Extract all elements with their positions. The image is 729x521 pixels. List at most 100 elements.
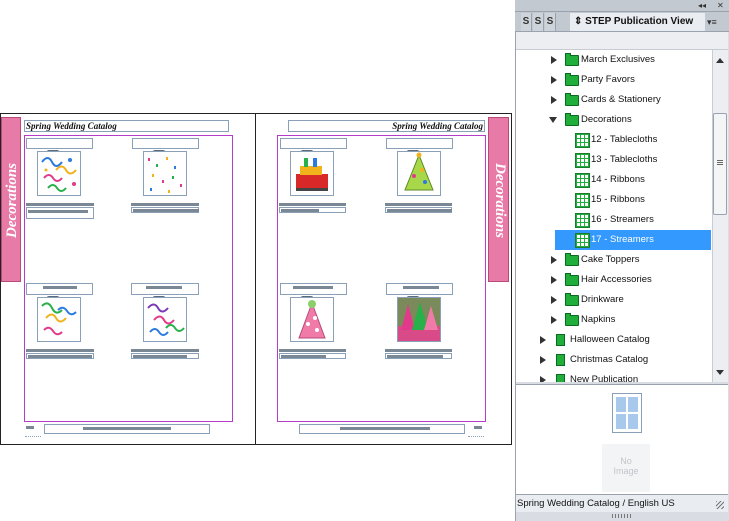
product-text-frame[interactable]	[131, 353, 199, 359]
tree-item-drinkware[interactable]: Drinkware	[516, 290, 712, 310]
expand-arrow-icon[interactable]	[540, 336, 546, 344]
collapse-arrow-icon[interactable]	[549, 117, 557, 123]
product-text-frame[interactable]	[385, 207, 452, 213]
product-image-frame[interactable]	[397, 151, 441, 196]
page-grid-icon	[575, 213, 590, 228]
catalog-icon	[556, 334, 565, 346]
product-text-frame[interactable]	[26, 207, 94, 219]
panel-bottom-grip-icon[interactable]	[612, 514, 632, 518]
tree-item-14-ribbons[interactable]: 14 - Ribbons	[516, 170, 712, 190]
tree-item-13-tablecloths[interactable]: 13 - Tablecloths	[516, 150, 712, 170]
tree-item-12-tablecloths[interactable]: 12 - Tablecloths	[516, 130, 712, 150]
product-image-frame[interactable]	[37, 297, 81, 342]
tree-item-party-favors[interactable]: Party Favors	[516, 70, 712, 90]
left-page-number-frame[interactable]	[25, 424, 41, 437]
status-bar: Spring Wedding Catalog / English US	[516, 494, 728, 512]
product-text-frame[interactable]	[385, 353, 452, 359]
streamers-image	[147, 303, 185, 336]
tree-item-decorations[interactable]: Decorations	[516, 110, 712, 130]
product-text-bar	[385, 349, 452, 352]
product-text-bar	[146, 286, 182, 289]
tree-item-label: Drinkware	[581, 294, 624, 305]
product-title-frame[interactable]	[26, 138, 93, 149]
tree-item-halloween-catalog[interactable]: Halloween Catalog	[516, 330, 712, 350]
page-grid-icon	[575, 193, 590, 208]
grip-icon	[717, 160, 723, 161]
tree-item-15-ribbons[interactable]: 15 - Ribbons	[516, 190, 712, 210]
product-image-frame[interactable]	[143, 151, 187, 196]
side-tab-3[interactable]: S	[545, 13, 556, 31]
product-text-bar	[131, 203, 199, 206]
product-title-frame[interactable]	[132, 138, 199, 149]
resize-grip-icon[interactable]	[716, 501, 724, 509]
left-page-header[interactable]: Spring Wedding Catalog	[24, 120, 229, 132]
expand-arrow-icon[interactable]	[551, 276, 557, 284]
product-text-bar	[385, 203, 452, 206]
page-number-bar	[26, 426, 34, 429]
scrollbar-thumb[interactable]	[713, 113, 727, 215]
confetti-image	[148, 157, 182, 193]
product-image-frame[interactable]	[290, 297, 334, 342]
tree-scrollbar[interactable]	[712, 50, 728, 382]
right-page-number-frame[interactable]	[468, 424, 484, 437]
tree-item-cake-toppers[interactable]: Cake Toppers	[516, 250, 712, 270]
tree-item-christmas-catalog[interactable]: Christmas Catalog	[516, 350, 712, 370]
tree-item-17-streamers-selected[interactable]: 17 - Streamers	[555, 230, 711, 250]
expand-arrow-icon[interactable]	[551, 296, 557, 304]
scroll-up-arrow-icon[interactable]	[716, 58, 724, 63]
publication-tree[interactable]: March Exclusives Party Favors Cards & St…	[516, 50, 712, 382]
tab-step-publication-view[interactable]: ⇕ STEP Publication View	[570, 13, 705, 31]
product-text-frame[interactable]	[279, 207, 346, 213]
expand-arrow-icon[interactable]	[551, 56, 557, 64]
side-tab-1[interactable]: S	[521, 13, 532, 31]
folder-icon	[565, 93, 579, 106]
product-text-frame[interactable]	[26, 353, 94, 359]
expand-arrow-icon[interactable]	[540, 376, 546, 382]
tree-item-cards-stationery[interactable]: Cards & Stationery	[516, 90, 712, 110]
left-section-tab[interactable]: Decorations	[1, 117, 21, 282]
product-text-bar	[281, 355, 326, 358]
tree-item-label: 16 - Streamers	[591, 214, 654, 225]
expand-arrow-icon[interactable]	[540, 356, 546, 364]
close-panel-icon[interactable]: ✕	[717, 0, 724, 11]
product-title-frame[interactable]	[280, 283, 347, 295]
tree-item-hair-accessories[interactable]: Hair Accessories	[516, 270, 712, 290]
product-text-frame[interactable]	[131, 207, 199, 213]
right-page-footer-frame[interactable]	[299, 424, 465, 434]
tree-item-16-streamers[interactable]: 16 - Streamers	[516, 210, 712, 230]
product-title-frame[interactable]	[131, 283, 199, 295]
tree-item-label: Decorations	[581, 114, 632, 125]
product-text-bar	[26, 349, 94, 352]
scroll-down-arrow-icon[interactable]	[716, 370, 724, 375]
left-page-footer-frame[interactable]	[44, 424, 210, 434]
product-title-frame[interactable]	[386, 138, 453, 149]
expand-arrow-icon[interactable]	[551, 256, 557, 264]
product-image-frame[interactable]	[37, 151, 81, 196]
product-image-frame[interactable]	[290, 151, 334, 196]
product-title-frame[interactable]	[280, 138, 347, 149]
product-image-frame[interactable]	[143, 297, 187, 342]
right-page-header[interactable]: Spring Wedding Catalog	[288, 120, 485, 132]
product-title-frame[interactable]	[26, 283, 93, 295]
product-text-bar	[387, 209, 452, 212]
right-section-tab-label: Decorations	[492, 163, 508, 238]
tree-item-new-publication[interactable]: New Publication	[516, 370, 712, 382]
expand-arrow-icon[interactable]	[551, 96, 557, 104]
tree-item-napkins[interactable]: Napkins	[516, 310, 712, 330]
page-layout-thumbnail-icon[interactable]	[612, 393, 642, 433]
panel-menu-icon[interactable]: ▾≡	[707, 16, 717, 28]
product-title-frame[interactable]	[386, 283, 453, 295]
product-text-frame[interactable]	[279, 353, 346, 359]
thumb-cell	[616, 414, 626, 429]
no-image-text-line2: Image	[613, 466, 639, 476]
right-section-tab[interactable]: Decorations	[488, 117, 509, 282]
tree-item-march-exclusives[interactable]: March Exclusives	[516, 50, 712, 70]
expand-arrow-icon[interactable]	[551, 76, 557, 84]
product-text-bar	[403, 286, 439, 289]
side-tab-2[interactable]: S	[533, 13, 544, 31]
expand-arrow-icon[interactable]	[551, 316, 557, 324]
product-text-bar	[133, 355, 187, 358]
product-image-frame[interactable]	[397, 297, 441, 342]
collapse-panel-icon[interactable]: ◂◂	[698, 0, 706, 11]
party-hat-image	[404, 152, 434, 191]
